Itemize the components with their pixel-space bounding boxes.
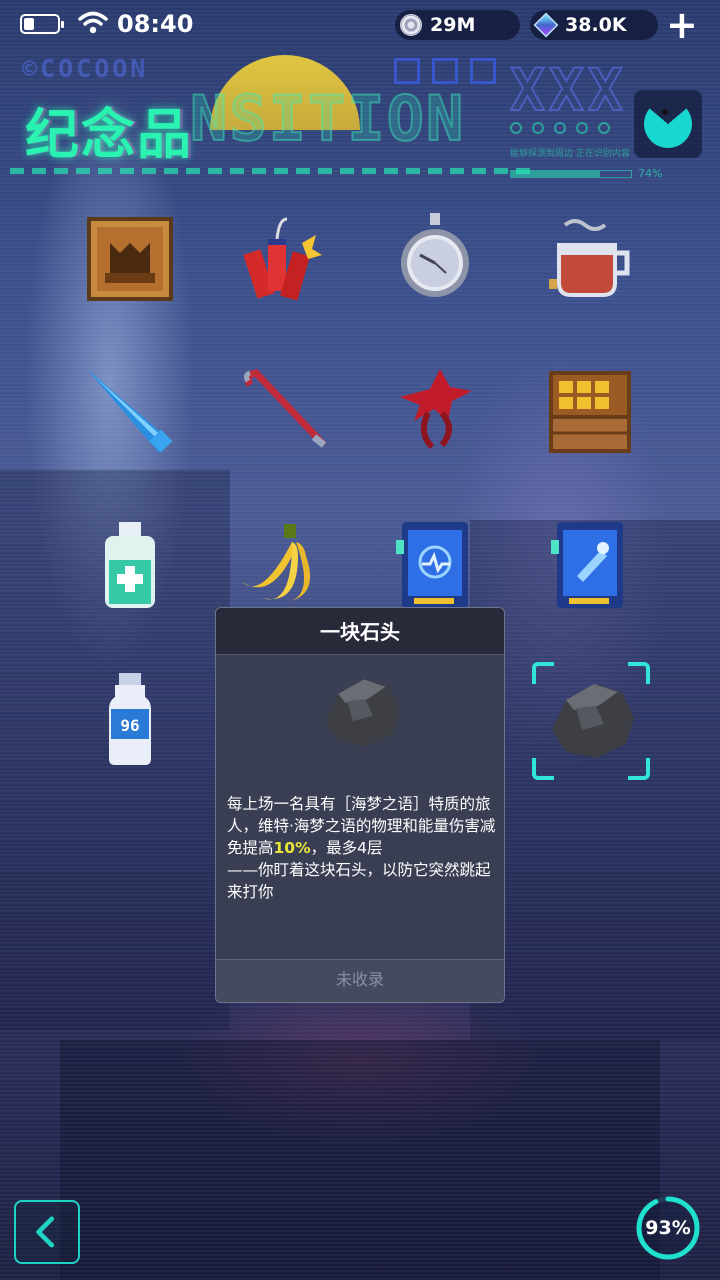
bottle-label: 96: [120, 716, 139, 735]
ice-horn-icon: [87, 369, 173, 453]
battery-icon: [20, 14, 64, 34]
collection-progress: 93%: [634, 1194, 702, 1262]
crate-icon: [549, 371, 631, 453]
painting-icon: [87, 217, 173, 301]
status-bar: 08:40 29M 38.0K +: [0, 0, 720, 50]
crowbar-icon: [243, 369, 327, 448]
popup-desc-end: ，最多4层: [310, 839, 383, 857]
popup-title: 一块石头: [216, 608, 504, 655]
popup-desc-flavor: ——你盯着这块石头，以防它突然跳起来打你: [227, 861, 491, 901]
blue-card-icon: [551, 522, 623, 608]
back-button[interactable]: [14, 1200, 80, 1264]
tea-cup-icon: [549, 219, 630, 297]
chevron-left-icon: [36, 1216, 55, 1248]
blue-card-icon: [396, 522, 468, 608]
item-sanitizer[interactable]: [75, 510, 185, 620]
item-rock[interactable]: [536, 666, 646, 776]
header-divider: [10, 168, 530, 174]
bg-street: [60, 1040, 660, 1280]
item-red-tentacle[interactable]: [380, 355, 490, 465]
popup-rock-image: [311, 663, 411, 763]
popup-description: 每上场一名具有［海梦之语］特质的旅人，维特·海梦之语的物理和能量伤害减免提高10…: [227, 793, 499, 903]
pacman-icon: [644, 100, 692, 148]
item-bananas[interactable]: [228, 510, 338, 620]
gem-icon: [533, 12, 559, 38]
firecracker-icon: [243, 217, 322, 301]
item-pocket-watch[interactable]: [380, 203, 490, 313]
header-deco-small: 能够探测到周边 正在识别内容: [510, 149, 630, 159]
pacman-button[interactable]: [634, 90, 702, 158]
coin-icon: [400, 14, 422, 36]
gem-value: 38.0K: [565, 14, 627, 36]
header-deco-word: NSITION: [189, 81, 466, 156]
item-water-bottle[interactable]: 96: [75, 665, 185, 775]
progress-label: 93%: [645, 1217, 691, 1239]
bottle-icon: 96: [109, 673, 151, 765]
header-dots: [510, 122, 610, 134]
item-wooden-crate[interactable]: [535, 355, 645, 465]
header-progress-label: 74%: [638, 167, 663, 180]
coin-value: 29M: [430, 14, 476, 36]
item-blue-card-a[interactable]: [380, 510, 490, 620]
item-ice-horn[interactable]: [75, 355, 185, 465]
item-blue-card-b[interactable]: [535, 510, 645, 620]
page-title: 纪念品: [25, 103, 193, 166]
header-progress-bar: [510, 170, 632, 178]
gem-counter[interactable]: 38.0K: [530, 10, 658, 40]
coin-counter[interactable]: 29M: [395, 10, 520, 40]
item-detail-popup: 一块石头 每上场一名具有［海梦之语］特质的旅人，维特·海梦之语的物理和能量伤害减…: [215, 607, 505, 1003]
tentacle-icon: [400, 369, 472, 450]
popup-desc-highlight: 10%: [273, 839, 311, 857]
rock-icon: [552, 684, 634, 758]
item-tea-cup[interactable]: [535, 203, 645, 313]
selected-item-frame[interactable]: [532, 662, 650, 780]
wifi-icon: [78, 11, 108, 34]
rock-icon: [325, 679, 401, 747]
item-crowbar[interactable]: [228, 355, 338, 465]
sanitizer-icon: [105, 522, 155, 608]
item-firecrackers[interactable]: [228, 203, 338, 313]
floppy-icon: [432, 58, 458, 84]
item-framed-painting[interactable]: [75, 203, 185, 313]
clock: 08:40: [117, 10, 194, 38]
floppy-icon: [470, 58, 496, 84]
pocket-watch-icon: [401, 213, 469, 297]
floppy-icon: [394, 58, 420, 84]
add-currency-button[interactable]: +: [666, 6, 698, 44]
header-brand-deco: ©COCOON: [22, 54, 149, 83]
banana-icon: [242, 524, 311, 602]
popup-status: 未收录: [216, 959, 504, 1002]
header-x-deco: XXX: [509, 55, 627, 125]
